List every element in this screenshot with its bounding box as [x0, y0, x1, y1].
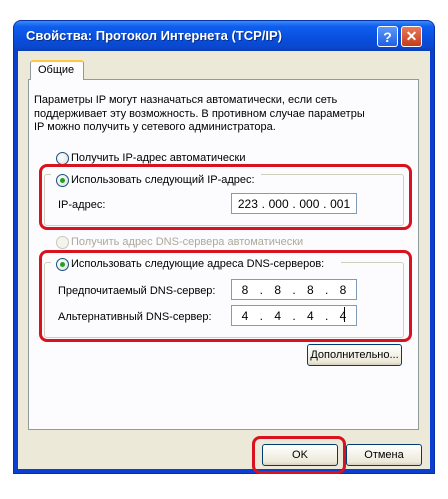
dns-highlight-frame: [39, 250, 412, 342]
dns-auto-radio: [56, 236, 69, 249]
advanced-button-label: Дополнительно...: [310, 349, 399, 361]
help-button[interactable]: ?: [377, 26, 398, 47]
ok-highlight-frame: [252, 436, 346, 474]
dns-auto-label: Получить адрес DNS-сервера автоматически: [71, 236, 304, 248]
description-line-3: IP можно получить у сетевого администрат…: [34, 121, 276, 133]
tab-general-label: Общие: [38, 64, 75, 76]
cancel-button-label: Отмена: [364, 449, 404, 461]
ip-highlight-frame: [39, 164, 412, 230]
description-line-1: Параметры IP могут назначаться автоматич…: [34, 94, 338, 106]
help-icon: ?: [383, 28, 392, 45]
advanced-button[interactable]: Дополнительно...: [307, 344, 402, 366]
close-button[interactable]: ✕: [401, 26, 422, 47]
cancel-button[interactable]: Отмена: [346, 444, 422, 466]
close-icon: ✕: [405, 28, 418, 44]
window-title: Свойства: Протокол Интернета (TCP/IP): [26, 28, 282, 43]
description-line-2: поддерживает эту возможность. В противно…: [34, 108, 365, 120]
